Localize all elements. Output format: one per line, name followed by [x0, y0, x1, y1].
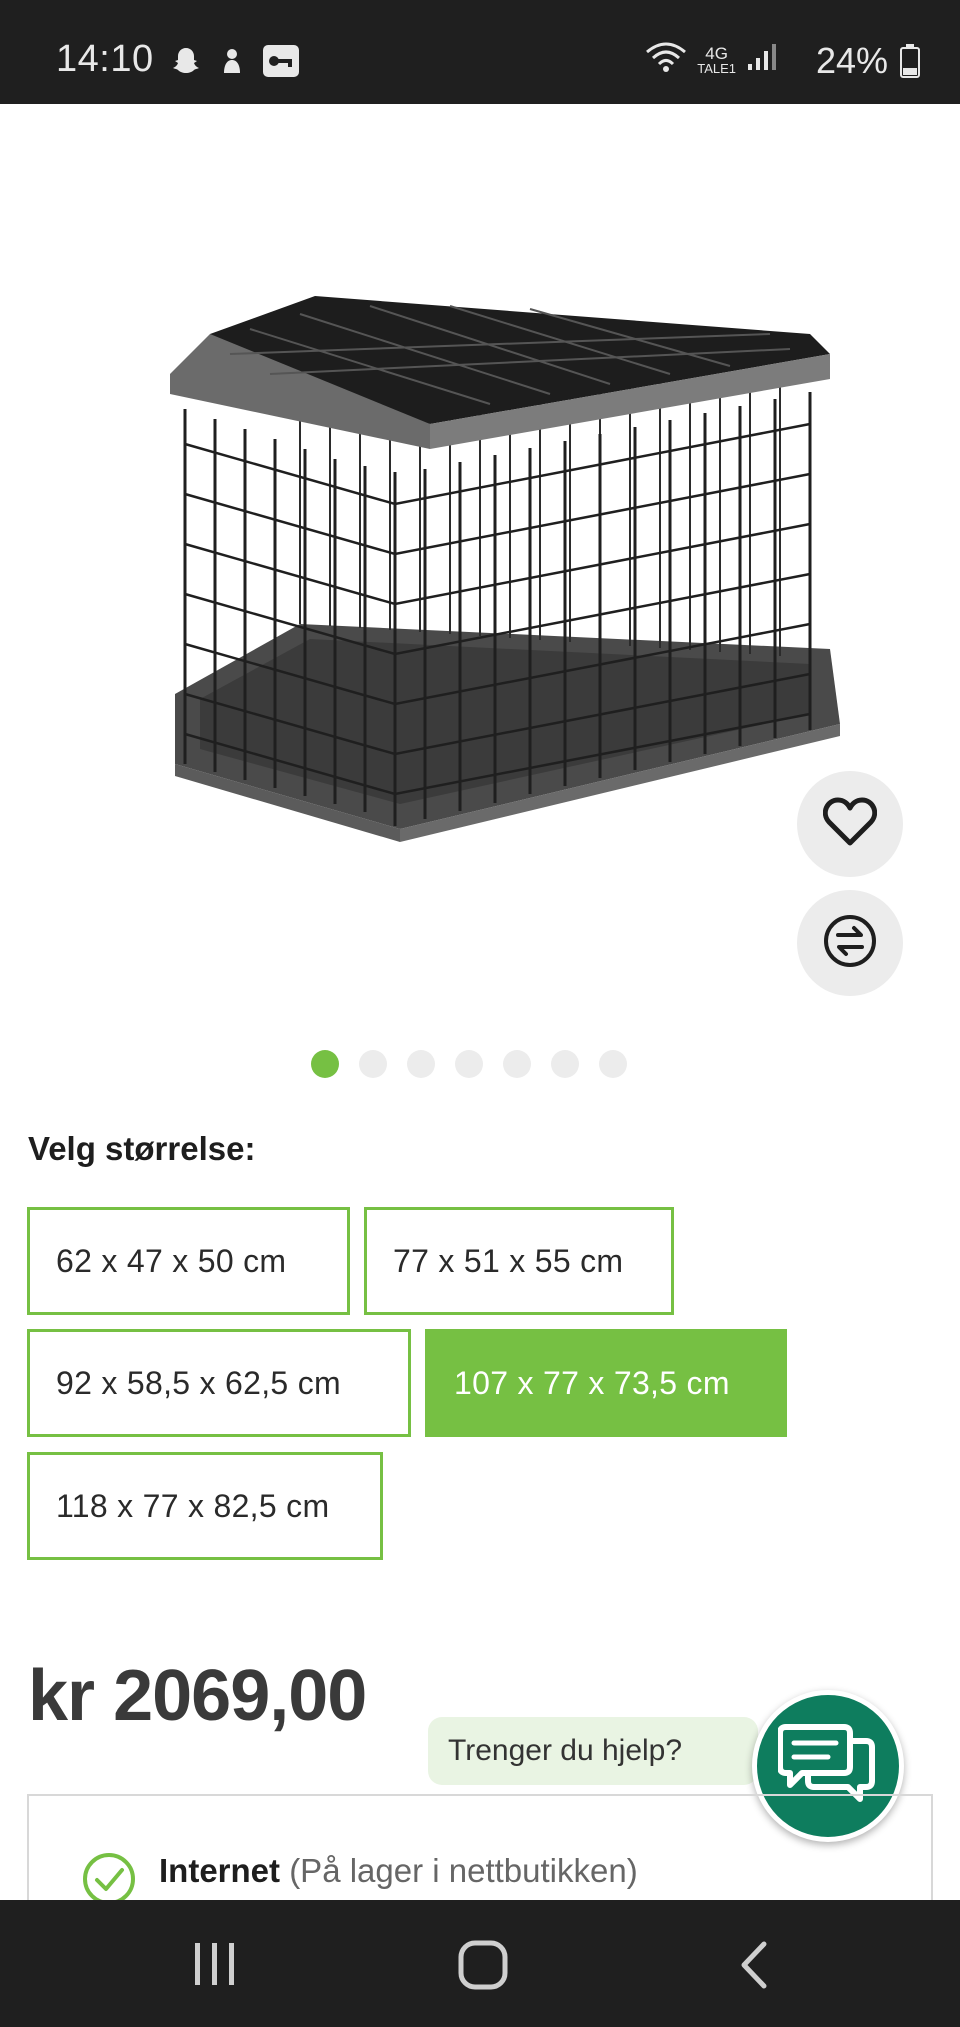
size-option-62x47x50[interactable]: 62 x 47 x 50 cm: [27, 1207, 350, 1315]
gallery-dot-5[interactable]: [503, 1050, 531, 1078]
navigation-bar: [0, 1900, 960, 2027]
size-selector-label: Velg størrelse:: [28, 1130, 256, 1167]
gallery-dot-7[interactable]: [599, 1050, 627, 1078]
compare-button[interactable]: [797, 890, 903, 996]
battery-icon: [900, 44, 920, 83]
key-icon: [262, 44, 300, 83]
gallery-dot-6[interactable]: [551, 1050, 579, 1078]
swap-arrows-icon: [823, 914, 877, 973]
stock-availability: Internet (På lager i nettbutikken): [27, 1794, 933, 1905]
stock-channel: Internet: [159, 1852, 281, 1889]
back-icon[interactable]: [736, 1940, 772, 1995]
gallery-dot-4[interactable]: [455, 1050, 483, 1078]
size-option-118x77x82-5[interactable]: 118 x 77 x 82,5 cm: [27, 1452, 383, 1560]
gallery-dot-1[interactable]: [311, 1050, 339, 1078]
size-option-92x58-5x62-5[interactable]: 92 x 58,5 x 62,5 cm: [27, 1329, 411, 1437]
product-image: [170, 294, 840, 859]
help-prompt[interactable]: Trenger du hjelp?: [428, 1717, 758, 1785]
network-type: 4G TALE1: [697, 43, 736, 76]
heart-icon: [822, 797, 878, 852]
snapchat-icon: [170, 45, 202, 82]
product-image-gallery[interactable]: [0, 104, 960, 1004]
gallery-pagination: [311, 1050, 627, 1078]
wifi-icon: [645, 40, 687, 79]
status-bar: 14:10 4G TALE1 24%: [0, 0, 960, 104]
size-option-107x77x73-5[interactable]: 107 x 77 x 73,5 cm: [425, 1329, 787, 1437]
size-option-77x51x55[interactable]: 77 x 51 x 55 cm: [364, 1207, 674, 1315]
ghost-icon: [216, 45, 248, 82]
home-icon[interactable]: [458, 1940, 508, 1995]
status-time: 14:10: [56, 38, 154, 80]
recent-apps-icon[interactable]: [190, 1940, 240, 1993]
battery-percent: 24%: [815, 40, 888, 81]
gallery-dot-2[interactable]: [359, 1050, 387, 1078]
favorite-button[interactable]: [797, 771, 903, 877]
stock-detail: (På lager i nettbutikken): [289, 1852, 638, 1889]
gallery-dot-3[interactable]: [407, 1050, 435, 1078]
signal-icon: [746, 42, 780, 77]
product-price: kr 2069,00: [28, 1656, 367, 1736]
